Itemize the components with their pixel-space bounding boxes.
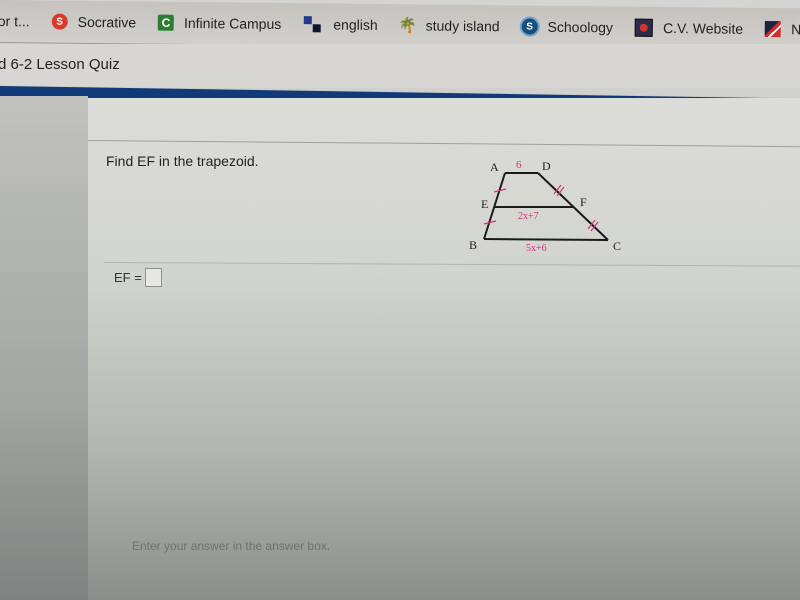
socrative-icon: S [51, 13, 68, 30]
bookmark-label: C.V. Website [662, 19, 744, 37]
nfhs-icon [765, 21, 782, 38]
segment-bc [483, 238, 609, 241]
bookmark-label: Schoology [547, 18, 614, 36]
label-ef-length: 2x+7 [518, 211, 539, 222]
bookmark-label: or t... [0, 12, 30, 30]
infinite-campus-icon: C [157, 14, 175, 31]
vertex-a: A [490, 160, 499, 174]
answer-hint: Enter your answer in the answer box. [132, 539, 331, 553]
vertex-b: B [469, 238, 477, 252]
bookmark-label: english [333, 16, 378, 33]
bookmark-truncated[interactable]: or t... [0, 13, 30, 29]
bookmark-label: study island [425, 17, 500, 35]
bookmark-nfhs[interactable]: NFHS Lea [765, 21, 800, 38]
label-ad-length: 6 [516, 159, 522, 171]
quiz-header: d 6-2 Lesson Quiz [0, 44, 800, 88]
quiz-title: d 6-2 Lesson Quiz [0, 56, 120, 73]
vertex-f: F [580, 195, 587, 209]
answer-row: EF = [114, 268, 162, 287]
english-icon [303, 16, 323, 32]
bookmark-schoology[interactable]: S Schoology [521, 18, 614, 36]
vertex-d: D [542, 159, 551, 173]
vertex-e: E [481, 197, 488, 211]
bookmark-cv-website[interactable]: C.V. Website [634, 18, 744, 38]
palm-tree-icon: 🌴 [398, 17, 418, 35]
trapezoid-figure: A D E F B C 6 2x+7 5x+6 [469, 159, 621, 254]
answer-label: EF = [114, 270, 142, 285]
bookmark-english[interactable]: english [303, 16, 378, 33]
bookmark-infinite-campus[interactable]: C Infinite Campus [157, 14, 282, 32]
cv-website-icon [634, 18, 654, 37]
bookmark-study-island[interactable]: 🌴 study island [398, 17, 500, 35]
bookmark-label: Socrative [77, 13, 137, 31]
vertex-c: C [613, 239, 621, 253]
bookmark-label: Infinite Campus [183, 14, 282, 32]
bookmark-label: NFHS Lea [791, 21, 800, 38]
left-panel [0, 96, 88, 600]
question-prompt: Find EF in the trapezoid. [106, 153, 259, 169]
question-panel [88, 98, 800, 600]
label-bc-length: 5x+6 [526, 243, 547, 254]
bookmark-socrative[interactable]: S Socrative [51, 13, 137, 31]
ef-answer-input[interactable] [144, 268, 162, 287]
schoology-icon: S [521, 18, 538, 35]
